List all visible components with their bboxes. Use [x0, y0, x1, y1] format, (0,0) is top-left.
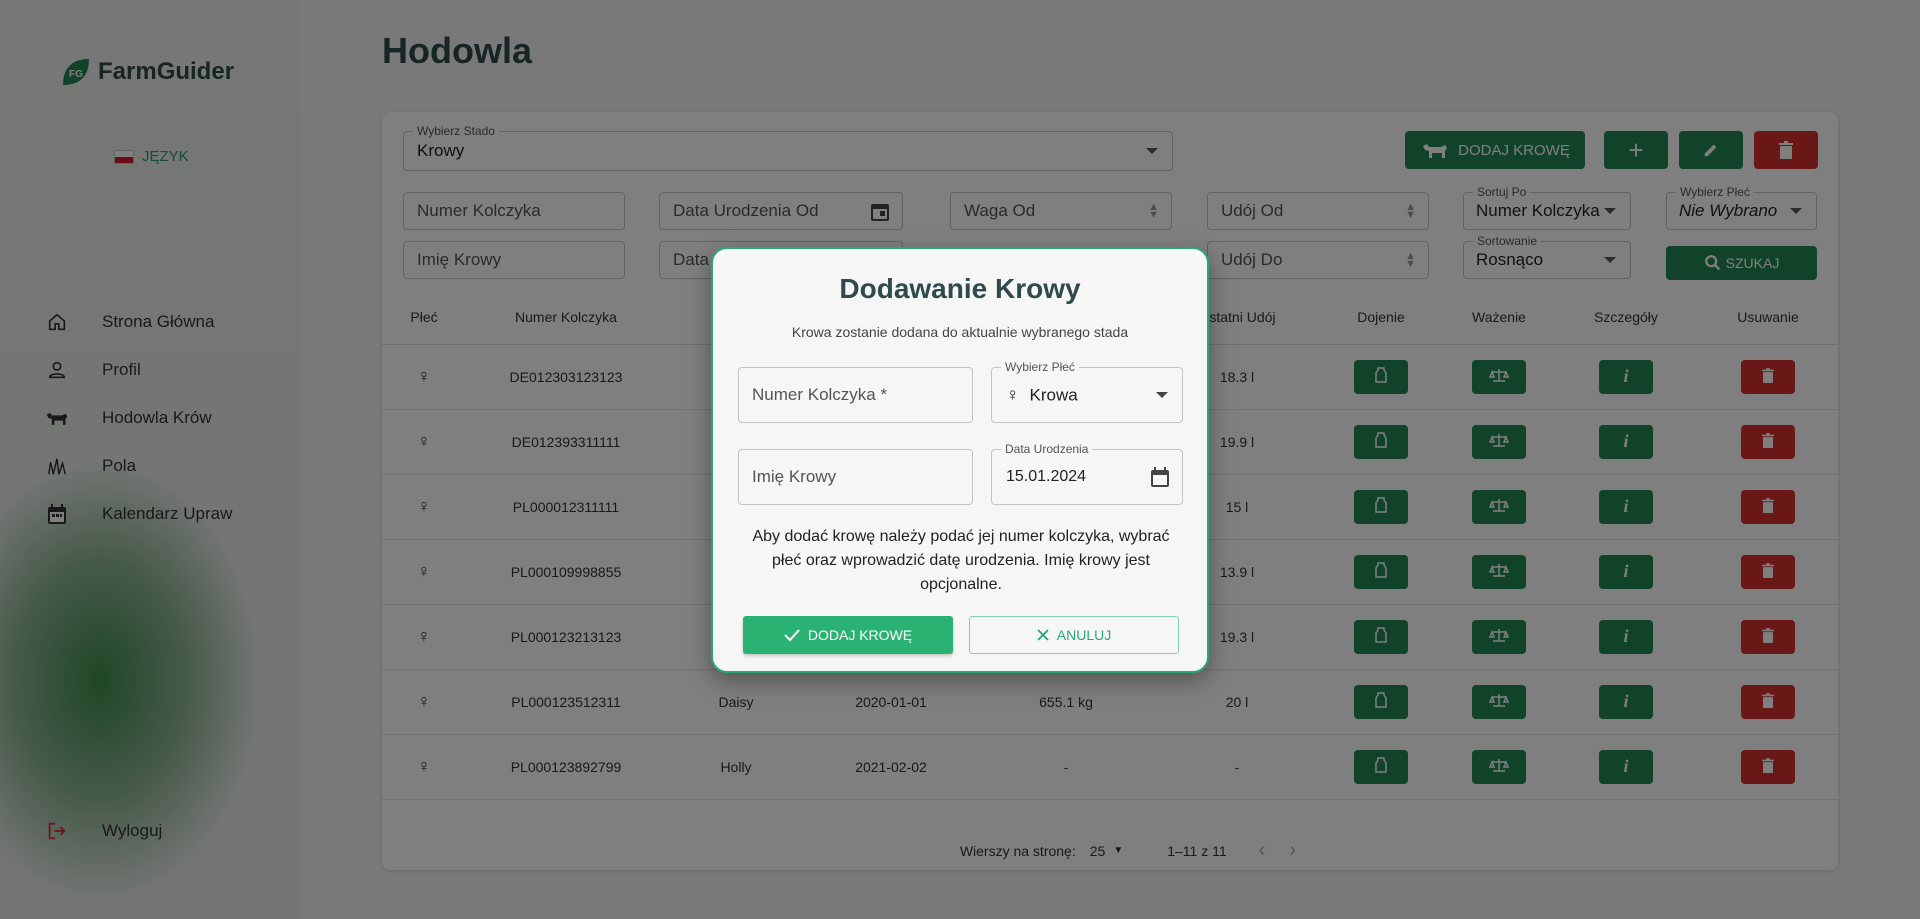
sex-select-value: Krowa: [1029, 385, 1078, 404]
close-icon: [1037, 629, 1049, 641]
birth-date-value: 15.01.2024: [1006, 468, 1087, 485]
birth-date-input[interactable]: Data Urodzenia 15.01.2024: [991, 442, 1183, 505]
cow-name-placeholder: Imię Krowy: [752, 467, 837, 486]
confirm-add-label: DODAJ KROWĘ: [807, 627, 913, 643]
add-cow-dialog: Dodawanie Krowy Krowa zostanie dodana do…: [711, 247, 1209, 673]
cancel-button[interactable]: ANULUJ: [969, 616, 1179, 654]
chevron-down-icon: [1156, 392, 1168, 398]
sex-select[interactable]: Wybierz Płeć ♀ Krowa: [991, 360, 1183, 423]
dialog-subtitle: Krowa zostanie dodana do aktualnie wybra…: [791, 324, 1129, 340]
birth-date-label: Data Urodzenia: [1001, 442, 1093, 456]
tag-number-placeholder: Numer Kolczyka *: [752, 385, 888, 404]
dialog-title: Dodawanie Krowy: [839, 273, 1081, 304]
dialog-info-text: Aby dodać krowę należy podać jej numer k…: [752, 528, 1170, 593]
calendar-icon[interactable]: [1150, 466, 1170, 488]
tag-number-input[interactable]: Numer Kolczyka *: [738, 367, 973, 423]
sex-select-value-wrap: ♀ Krowa: [1006, 385, 1078, 406]
confirm-add-cow-button[interactable]: DODAJ KROWĘ: [743, 616, 953, 654]
sex-select-label: Wybierz Płeć: [1001, 360, 1079, 374]
cow-name-input[interactable]: Imię Krowy: [738, 449, 973, 505]
cancel-label: ANULUJ: [1056, 627, 1112, 643]
check-icon: [784, 629, 800, 642]
female-icon: ♀: [1006, 384, 1020, 405]
